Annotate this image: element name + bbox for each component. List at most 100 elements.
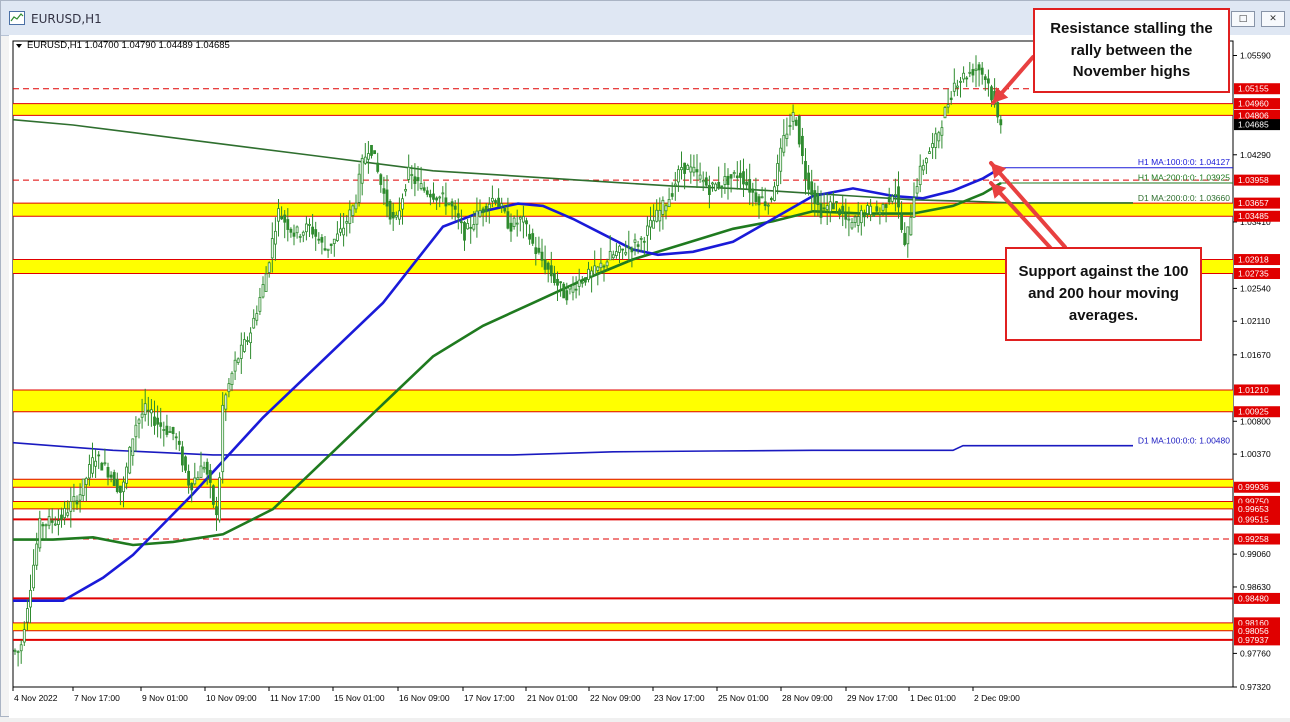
terminal-window: EURUSD,H1 – □ ✕ H1 MA:100:0:0: 1.04127H1… xyxy=(0,0,1290,718)
price-chart[interactable]: H1 MA:100:0:0: 1.04127 H1 MA:200:0:0: 1.0… xyxy=(9,35,1290,718)
candle-body xyxy=(763,201,767,207)
candle-body xyxy=(286,219,290,230)
candle-body xyxy=(546,262,550,270)
candle-body xyxy=(304,223,308,233)
candle-body xyxy=(218,477,222,521)
candle-body xyxy=(184,456,187,471)
candle-body xyxy=(273,230,277,245)
candle-body xyxy=(289,228,293,233)
candle-body xyxy=(974,68,978,71)
candle-body xyxy=(776,163,779,186)
candle-body xyxy=(57,520,60,525)
candle-body xyxy=(140,413,144,418)
candle-body xyxy=(357,173,361,203)
candle-body xyxy=(202,467,206,470)
y-tick-label: 0.99060 xyxy=(1240,549,1271,559)
candle-body xyxy=(370,144,373,156)
candle-body xyxy=(388,200,392,220)
candle-body xyxy=(103,462,107,465)
candle-body xyxy=(78,494,82,501)
candle-body xyxy=(655,209,659,222)
ma200-h1-label: H1 MA:200:0:0: 1.03925 xyxy=(1138,173,1230,183)
level-price-tag-label: 1.00925 xyxy=(1238,407,1269,417)
candle-body xyxy=(990,86,993,101)
candle-body xyxy=(903,232,907,245)
candle-body xyxy=(280,216,284,220)
candle-body xyxy=(580,281,584,284)
support-resistance-zone xyxy=(13,103,1233,116)
y-tick-label: 0.97760 xyxy=(1240,648,1271,658)
y-tick-label: 1.02110 xyxy=(1240,316,1270,326)
candle-body xyxy=(866,205,869,214)
candle-body xyxy=(106,466,110,478)
candle-body xyxy=(559,281,562,284)
candle-body xyxy=(686,164,690,170)
x-tick-label: 4 Nov 2022 xyxy=(14,693,58,703)
candle-body xyxy=(599,262,603,269)
candle-body xyxy=(735,175,739,179)
candle-body xyxy=(81,478,85,496)
candle-body xyxy=(419,183,423,189)
candle-body xyxy=(376,162,380,172)
level-price-tag-label: 1.03485 xyxy=(1238,211,1269,221)
candle-body xyxy=(540,251,544,261)
candle-body xyxy=(680,167,683,171)
level-price-tag-label: 1.01210 xyxy=(1238,385,1269,395)
candle-body xyxy=(574,288,578,291)
candle-body xyxy=(205,461,209,475)
candle-body xyxy=(444,197,448,207)
candle-body xyxy=(50,520,54,523)
candle-body xyxy=(159,422,163,427)
candle-body xyxy=(174,436,178,439)
candle-body xyxy=(838,209,841,216)
maximize-button[interactable]: □ xyxy=(1231,11,1255,27)
candle-body xyxy=(729,174,733,179)
candle-body xyxy=(500,203,504,207)
y-tick-label: 1.00370 xyxy=(1240,449,1271,459)
candle-body xyxy=(66,512,70,516)
candle-body xyxy=(810,181,814,196)
candle-body xyxy=(624,251,628,255)
candle-body xyxy=(215,506,218,516)
candle-body xyxy=(233,359,237,372)
ma100-h1-label: H1 MA:100:0:0: 1.04127 xyxy=(1138,157,1230,167)
candle-body xyxy=(856,216,860,226)
candle-body xyxy=(900,214,903,230)
candle-body xyxy=(962,72,965,80)
candle-body xyxy=(428,193,432,198)
candle-body xyxy=(211,485,215,505)
candle-body xyxy=(698,174,702,180)
candle-body xyxy=(295,226,299,234)
candle-body xyxy=(323,248,327,251)
candle-body xyxy=(490,197,494,202)
candle-body xyxy=(928,151,931,154)
candle-body xyxy=(153,416,156,426)
candle-body xyxy=(937,132,941,142)
candle-body xyxy=(723,176,727,185)
close-button[interactable]: ✕ xyxy=(1261,11,1285,27)
candle-body xyxy=(949,97,953,101)
support-callout-text: Support against the 100 and 200 hour mov… xyxy=(1018,263,1189,324)
candle-body xyxy=(72,496,76,502)
candle-body xyxy=(959,80,962,83)
candle-body xyxy=(537,247,541,253)
y-tick-label: 1.05590 xyxy=(1240,51,1271,61)
candle-body xyxy=(277,208,280,222)
candle-body xyxy=(825,205,829,210)
candle-body xyxy=(571,284,575,293)
candle-body xyxy=(41,524,45,527)
candle-body xyxy=(366,153,370,160)
candle-body xyxy=(53,523,57,526)
x-tick-label: 29 Nov 17:00 xyxy=(847,693,898,703)
chart-area[interactable]: H1 MA:100:0:0: 1.04127 H1 MA:200:0:0: 1.0… xyxy=(9,8,1290,718)
candle-body xyxy=(841,205,845,214)
level-price-tag-label: 0.97937 xyxy=(1238,635,1269,645)
level-price-tag-label: 1.02735 xyxy=(1238,269,1269,279)
candle-body xyxy=(568,286,572,290)
candle-body xyxy=(484,206,488,213)
candle-body xyxy=(32,564,36,589)
candle-body xyxy=(162,429,166,431)
level-price-tag-label: 0.99653 xyxy=(1238,504,1269,514)
x-tick-label: 23 Nov 17:00 xyxy=(654,693,705,703)
candle-body xyxy=(940,127,944,136)
